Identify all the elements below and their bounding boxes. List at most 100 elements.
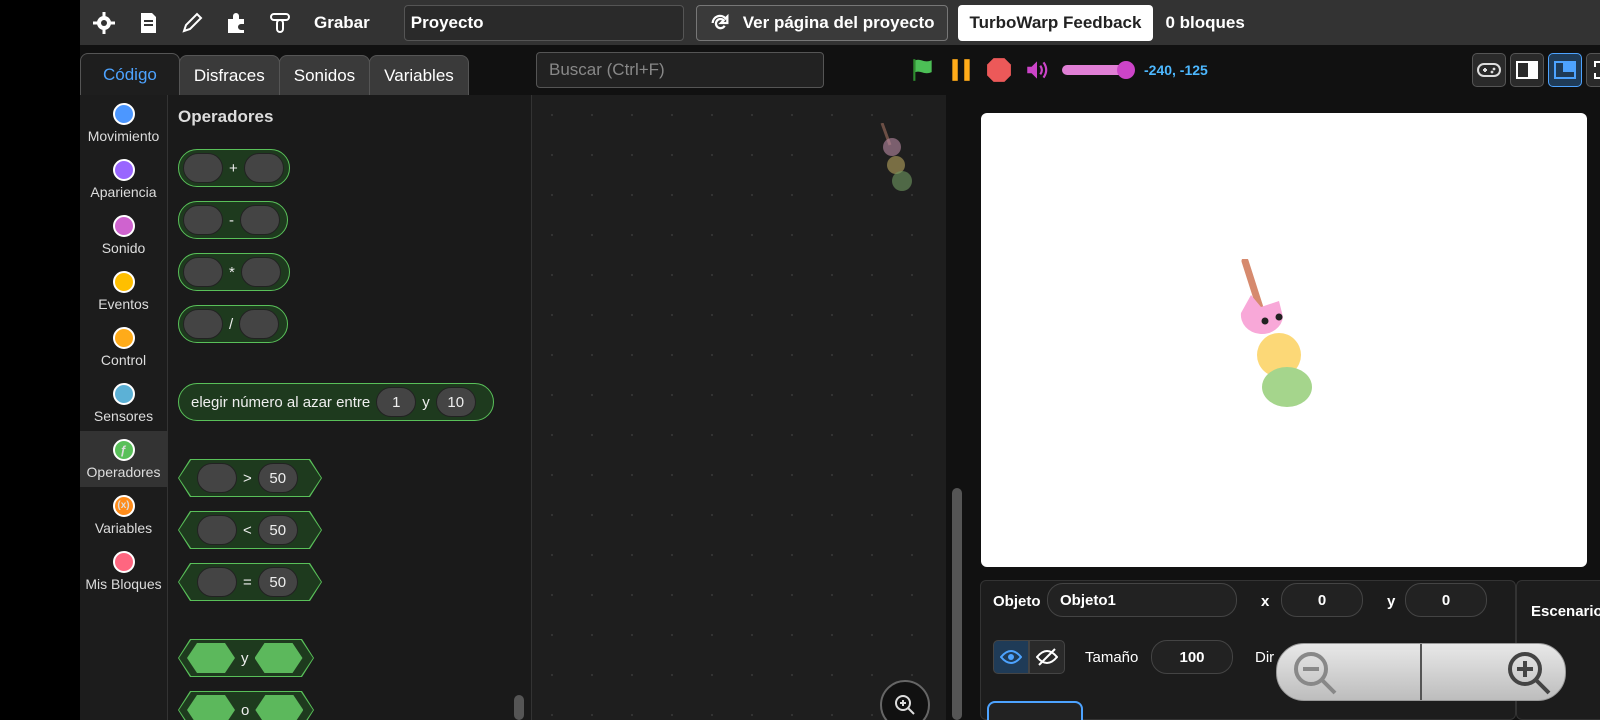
cube-icon: [112, 550, 135, 573]
sprite-dango-cat[interactable]: [1235, 259, 1325, 409]
x-label: x: [1261, 593, 1270, 610]
addons-icon[interactable]: [216, 3, 256, 43]
normal-stage-icon[interactable]: [1548, 53, 1582, 87]
operator-symbol: =: [243, 573, 252, 591]
sprite-name-input[interactable]: Objeto1: [1047, 583, 1237, 617]
category-sensing[interactable]: Sensores: [80, 375, 167, 431]
number-slot[interactable]: [240, 205, 280, 235]
view-project-button[interactable]: Ver página del proyecto: [695, 4, 948, 41]
operator-symbol: <: [243, 521, 252, 539]
category-my-blocks[interactable]: Mis Bloques: [80, 543, 167, 599]
category-events[interactable]: Eventos: [80, 263, 167, 319]
tab-code[interactable]: Código: [80, 53, 180, 95]
category-looks[interactable]: Apariencia: [80, 151, 167, 207]
sprite-thumbnail[interactable]: [987, 701, 1083, 720]
volume-slider-knob[interactable]: [1116, 61, 1135, 79]
pause-icon[interactable]: [948, 57, 974, 83]
x-position-input[interactable]: 0: [1281, 583, 1363, 617]
greater-than-block[interactable]: > 50: [178, 459, 322, 497]
category-label: Apariencia: [90, 183, 157, 200]
stage-canvas[interactable]: [981, 113, 1587, 567]
settings-icon[interactable]: [84, 3, 124, 43]
number-slot[interactable]: [183, 309, 223, 339]
workspace-scrollbar[interactable]: [952, 488, 962, 720]
zoom-in-button[interactable]: [1420, 644, 1565, 700]
size-input[interactable]: 100: [1151, 640, 1233, 674]
category-label: Movimiento: [87, 127, 160, 144]
category-control[interactable]: Control: [80, 319, 167, 375]
editor-window: Grabar Proyecto Ver página del proyecto …: [80, 0, 1600, 720]
category-sound[interactable]: Sonido: [80, 207, 167, 263]
operator-symbol: -: [229, 211, 234, 229]
add-block[interactable]: +: [178, 149, 290, 187]
text-slot[interactable]: 50: [258, 515, 298, 545]
hide-eye-icon[interactable]: [1029, 640, 1065, 674]
zoom-out-icon: [1294, 652, 1337, 695]
file-icon[interactable]: [128, 3, 168, 43]
record-button[interactable]: Grabar: [314, 13, 370, 33]
random-block[interactable]: elegir número al azar entre 1 y 10: [178, 383, 494, 421]
multiply-block[interactable]: *: [178, 253, 290, 291]
divide-block[interactable]: /: [178, 305, 288, 343]
project-title-input[interactable]: Proyecto: [403, 4, 684, 41]
show-eye-icon[interactable]: [993, 640, 1029, 674]
tab-costumes[interactable]: Disfraces: [178, 55, 280, 95]
subtract-block[interactable]: -: [178, 201, 288, 239]
text-slot[interactable]: [197, 463, 237, 493]
category-operators[interactable]: ƒ Operadores: [80, 431, 167, 487]
code-workspace[interactable]: [532, 95, 946, 720]
zoom-overlay: [1276, 643, 1566, 701]
tab-sounds[interactable]: Sonidos: [278, 55, 371, 95]
less-than-block[interactable]: < 50: [178, 511, 322, 549]
number-slot[interactable]: 10: [435, 387, 476, 417]
volume-slider[interactable]: [1062, 61, 1135, 79]
operator-symbol: +: [229, 159, 238, 177]
y-position-input[interactable]: 0: [1405, 583, 1487, 617]
eye-icon: [112, 158, 135, 181]
block-body: > 50: [179, 460, 321, 496]
small-stage-icon[interactable]: [1510, 53, 1544, 87]
boolean-slot[interactable]: [255, 643, 303, 673]
y-label: y: [1387, 593, 1396, 610]
search-input[interactable]: Buscar (Ctrl+F): [536, 52, 824, 88]
palette-scrollbar[interactable]: [514, 695, 524, 720]
and-block[interactable]: y: [178, 639, 314, 677]
tab-variables[interactable]: Variables: [369, 55, 469, 95]
block-body: = 50: [179, 564, 321, 600]
boolean-slot[interactable]: [255, 695, 303, 720]
text-slot[interactable]: [197, 567, 237, 597]
gamepad-icon[interactable]: [1472, 53, 1506, 87]
stage-label: Escenario: [1531, 603, 1600, 620]
turbowarp-icon[interactable]: [260, 3, 300, 43]
edit-icon[interactable]: [172, 3, 212, 43]
number-slot[interactable]: [240, 257, 281, 287]
number-slot[interactable]: [239, 309, 280, 339]
equals-block[interactable]: = 50: [178, 563, 322, 601]
stop-icon[interactable]: [986, 57, 1012, 83]
or-block[interactable]: o: [178, 691, 314, 720]
block-palette: Operadores + - * / elegir número al azar…: [168, 95, 532, 720]
text-slot[interactable]: 50: [258, 567, 298, 597]
number-slot[interactable]: [243, 153, 284, 183]
green-flag-icon[interactable]: [910, 57, 936, 83]
zoom-out-button[interactable]: [1277, 644, 1420, 700]
text-slot[interactable]: 50: [258, 463, 298, 493]
category-variables[interactable]: (x) Variables: [80, 487, 167, 543]
category-label: Mis Bloques: [85, 575, 162, 592]
number-slot[interactable]: [183, 153, 223, 183]
category-label: Variables: [94, 519, 153, 536]
boolean-slot[interactable]: [187, 643, 235, 673]
boolean-slot[interactable]: [187, 695, 235, 720]
category-motion[interactable]: Movimiento: [80, 95, 167, 151]
feedback-button[interactable]: TurboWarp Feedback: [957, 4, 1154, 41]
number-slot[interactable]: [183, 205, 223, 235]
block-body: y: [179, 640, 313, 676]
zoom-in-icon: [1508, 652, 1551, 695]
fullscreen-icon[interactable]: [1586, 53, 1600, 87]
number-slot[interactable]: [183, 257, 223, 287]
block-text: elegir número al azar entre: [191, 393, 371, 411]
number-slot[interactable]: 1: [376, 387, 417, 417]
text-slot[interactable]: [197, 515, 237, 545]
mouse-coordinates: -240, -125: [1144, 62, 1208, 78]
volume-icon[interactable]: [1024, 57, 1050, 83]
